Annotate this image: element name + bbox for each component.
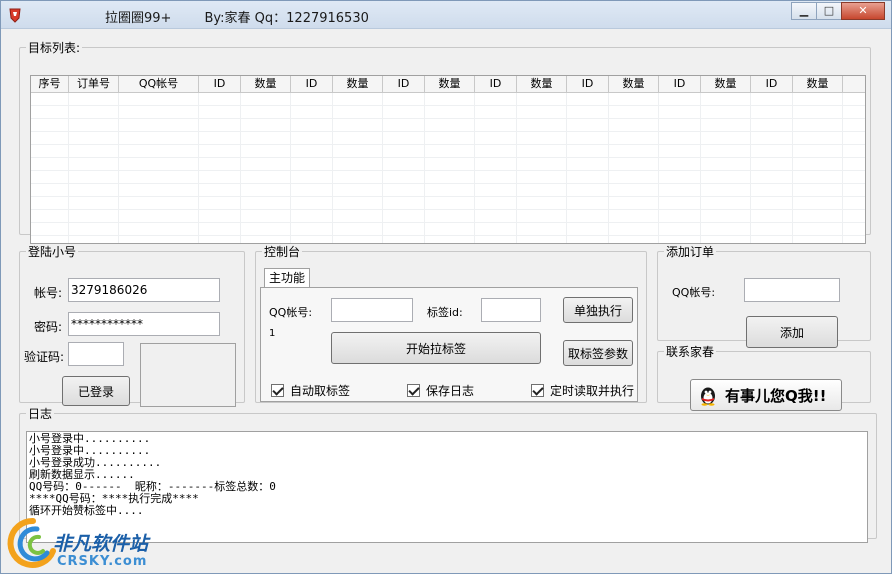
table-header-cell[interactable]: 数量 — [701, 76, 751, 92]
table-header-cell[interactable]: ID — [475, 76, 517, 92]
tab-main-function[interactable]: 主功能 — [264, 268, 310, 288]
console-group: 控制台 主功能 QQ帐号: 标签id: 单独执行 1 开始拉标签 取标签参数 自… — [255, 243, 647, 403]
table-header-cell[interactable]: ID — [751, 76, 793, 92]
table-header-cell[interactable]: ID — [291, 76, 333, 92]
auto-fetch-label: 自动取标签 — [290, 384, 351, 398]
maximize-icon: □ — [823, 4, 835, 17]
contact-group: 联系家春 有事儿您Q我!! — [657, 343, 871, 411]
console-qq-label: QQ帐号: — [269, 306, 313, 319]
add-order-legend: 添加订单 — [666, 245, 715, 259]
auto-fetch-checkbox[interactable]: 自动取标签 — [271, 382, 350, 399]
title-bar[interactable]: 拉圈圈99+ By:家春 Qq：1227916530 ▁ □ ✕ — [1, 1, 891, 29]
checkbox-checked-icon — [407, 384, 420, 397]
captcha-label: 验证码: — [24, 350, 65, 364]
single-execute-button[interactable]: 单独执行 — [563, 297, 633, 323]
table-header-cell[interactable]: 数量 — [333, 76, 383, 92]
target-list-group: 目标列表: 序号 订单号 QQ帐号 ID 数量 ID 数量 ID 数量 ID 数量 ID 数量 ID 数量 I… — [19, 39, 871, 244]
table-header-cell[interactable]: 数量 — [517, 76, 567, 92]
watermark-cn-text: 非凡软件站 — [53, 533, 149, 555]
password-label: 密码: — [34, 320, 63, 334]
start-tag-button[interactable]: 开始拉标签 — [331, 332, 541, 364]
target-list-table[interactable]: 序号 订单号 QQ帐号 ID 数量 ID 数量 ID 数量 ID 数量 ID 数量 ID 数量 ID 数量 — [30, 75, 866, 244]
watermark-en-text: CRSKY.com — [57, 554, 148, 569]
login-button[interactable]: 已登录 — [62, 376, 130, 406]
main-function-panel: QQ帐号: 标签id: 单独执行 1 开始拉标签 取标签参数 自动取标签 保存日… — [260, 287, 638, 402]
table-header-cell[interactable]: ID — [383, 76, 425, 92]
table-header-cell[interactable]: 数量 — [793, 76, 843, 92]
console-legend: 控制台 — [264, 245, 301, 259]
add-order-qq-input[interactable] — [744, 278, 840, 302]
counter-text: 1 — [269, 328, 276, 339]
crsky-logo-icon — [7, 517, 56, 568]
fetch-tag-params-button[interactable]: 取标签参数 — [563, 340, 633, 366]
app-window: 拉圈圈99+ By:家春 Qq：1227916530 ▁ □ ✕ 目标列表: 序… — [0, 0, 892, 574]
table-header-cell[interactable]: ID — [567, 76, 609, 92]
login-group: 登陆小号 帐号: 密码: 验证码: 已登录 — [19, 243, 245, 407]
account-label: 帐号: — [34, 286, 63, 300]
checkbox-checked-icon — [531, 384, 544, 397]
target-list-legend: 目标列表: — [28, 41, 81, 55]
tag-id-label: 标签id: — [427, 306, 463, 319]
login-legend: 登陆小号 — [28, 245, 77, 259]
qq-contact-text: 有事儿您Q我!! — [725, 386, 827, 405]
table-header-cell[interactable]: QQ帐号 — [119, 76, 199, 92]
timed-read-label: 定时读取并执行 — [550, 384, 635, 398]
log-line: 小号登录成功.......... — [29, 456, 162, 469]
checkbox-checked-icon — [271, 384, 284, 397]
add-order-group: 添加订单 QQ帐号: 添加 — [657, 243, 871, 348]
contact-legend: 联系家春 — [666, 345, 715, 359]
table-header-cell[interactable]: 数量 — [425, 76, 475, 92]
table-header: 序号 订单号 QQ帐号 ID 数量 ID 数量 ID 数量 ID 数量 ID 数量 ID 数量 ID 数量 — [31, 76, 865, 93]
close-button[interactable]: ✕ — [841, 2, 885, 20]
table-header-cell[interactable]: 订单号 — [69, 76, 119, 92]
table-body[interactable] — [31, 93, 865, 243]
window-controls: ▁ □ ✕ — [791, 2, 885, 20]
log-line: ****QQ号码：****执行完成**** — [29, 492, 199, 505]
save-log-label: 保存日志 — [426, 384, 475, 398]
table-header-cell[interactable]: 数量 — [241, 76, 291, 92]
table-header-cell[interactable]: 数量 — [609, 76, 659, 92]
table-header-cell[interactable]: ID — [199, 76, 241, 92]
password-input[interactable] — [68, 312, 220, 336]
tag-id-input[interactable] — [481, 298, 541, 322]
maximize-button[interactable]: □ — [816, 2, 842, 20]
minimize-button[interactable]: ▁ — [791, 2, 817, 20]
app-logo-icon — [9, 8, 21, 23]
add-order-qq-label: QQ帐号: — [672, 286, 716, 299]
table-header-cell[interactable]: ID — [659, 76, 701, 92]
crsky-watermark: 非凡软件站 CRSKY.com — [3, 513, 163, 573]
minimize-icon: ▁ — [799, 4, 809, 17]
console-qq-input[interactable] — [331, 298, 413, 322]
captcha-image[interactable] — [140, 343, 236, 407]
save-log-checkbox[interactable]: 保存日志 — [407, 382, 474, 399]
table-header-cell[interactable]: 序号 — [31, 76, 69, 92]
account-input[interactable] — [68, 278, 220, 302]
qq-penguin-icon — [701, 387, 715, 406]
log-legend: 日志 — [28, 407, 53, 421]
log-line: 小号登录中.......... — [29, 432, 151, 445]
captcha-input[interactable] — [68, 342, 124, 366]
timed-read-checkbox[interactable]: 定时读取并执行 — [531, 382, 634, 399]
window-title: 拉圈圈99+ By:家春 Qq：1227916530 — [105, 11, 369, 26]
close-icon: ✕ — [858, 4, 868, 17]
